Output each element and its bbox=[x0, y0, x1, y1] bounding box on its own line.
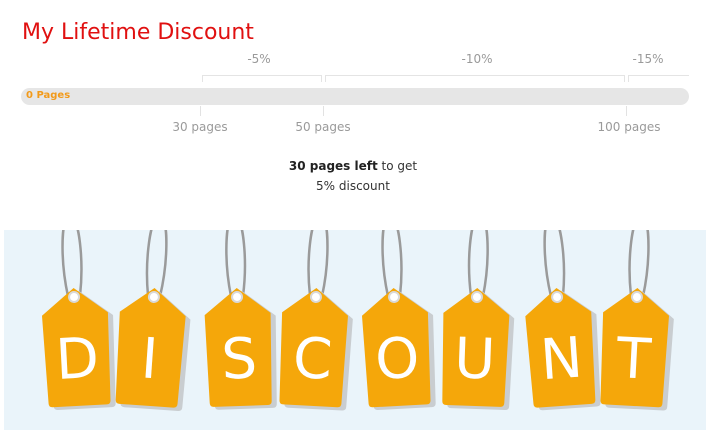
discount-tag-i: I bbox=[115, 230, 191, 411]
tier-bracket-15 bbox=[628, 75, 689, 82]
discount-tag-d: D bbox=[41, 230, 116, 410]
discount-tag-u: U bbox=[442, 230, 515, 411]
discount-letter: T bbox=[614, 326, 653, 393]
discount-tag-s: S bbox=[204, 230, 277, 410]
milestone-label-100: 100 pages bbox=[597, 120, 661, 134]
discount-tag-t: T bbox=[600, 230, 674, 411]
discount-letter: U bbox=[453, 326, 496, 392]
progress-bar: 0 Pages bbox=[21, 88, 689, 105]
milestone-label-30: 30 pages bbox=[172, 120, 228, 134]
tier-label-5: -5% bbox=[247, 52, 271, 66]
discount-letter: D bbox=[54, 326, 100, 393]
discount-tag-n: N bbox=[525, 230, 601, 411]
discount-letter: O bbox=[374, 326, 421, 393]
tier-bracket-10 bbox=[325, 75, 625, 82]
page-title: My Lifetime Discount bbox=[22, 20, 254, 45]
pages-left-count: 30 pages left bbox=[288, 159, 378, 173]
tier-label-10: -10% bbox=[461, 52, 493, 66]
discount-letter: N bbox=[538, 325, 584, 393]
milestone-label-50: 50 pages bbox=[295, 120, 351, 134]
milestone-tick-50 bbox=[323, 106, 324, 116]
milestone-tick-100 bbox=[626, 106, 627, 116]
tier-bracket-5 bbox=[202, 75, 322, 82]
pages-left-message: 30 pages left to get bbox=[0, 159, 706, 173]
discount-tag-c: C bbox=[279, 230, 353, 411]
progress-label: 0 Pages bbox=[26, 90, 71, 101]
discount-letter: S bbox=[220, 326, 258, 392]
discount-tags-illustration: DISCOUNT bbox=[41, 230, 674, 411]
discount-banner-image: DISCOUNT bbox=[4, 230, 706, 430]
milestone-tick-30 bbox=[200, 106, 201, 116]
tier-label-15: -15% bbox=[632, 52, 664, 66]
pages-left-suffix: to get bbox=[377, 159, 418, 173]
discount-letter: C bbox=[291, 326, 333, 393]
discount-target-text: 5% discount bbox=[316, 179, 390, 193]
discount-tag-o: O bbox=[361, 230, 436, 410]
